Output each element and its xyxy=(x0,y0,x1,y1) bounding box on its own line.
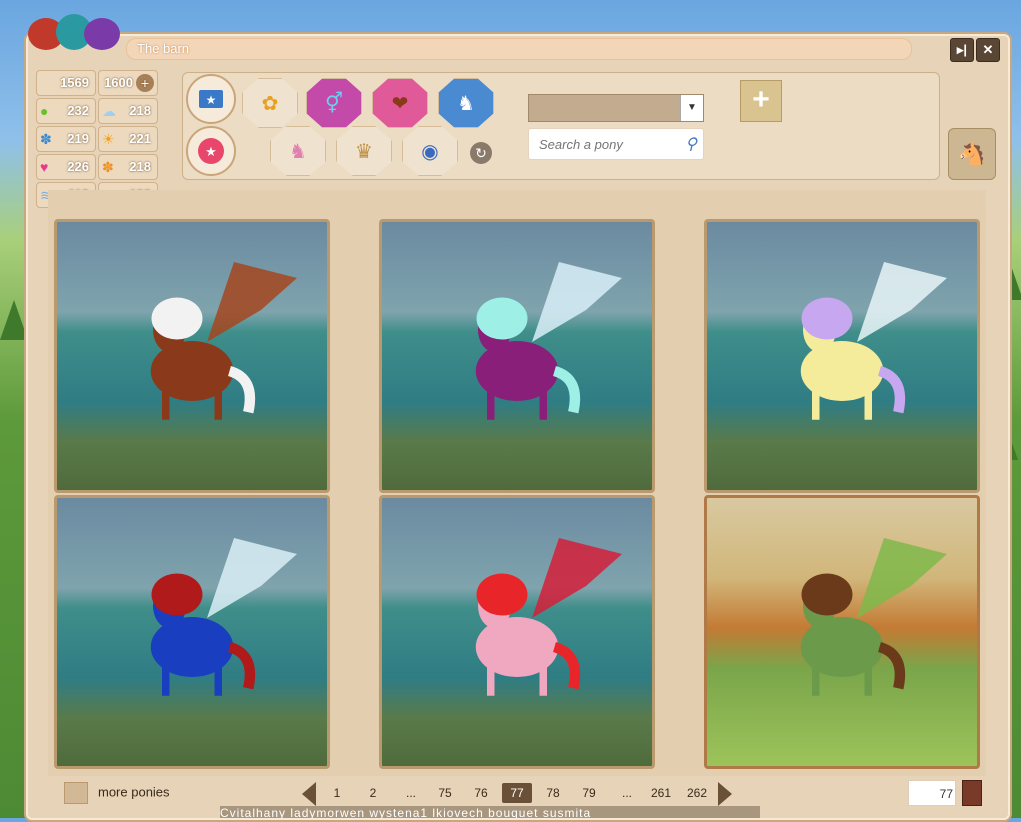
paw-orange-icon: ✽ xyxy=(102,159,114,175)
stat-paw-blue: ✽ 219 xyxy=(36,126,96,152)
folder-star-icon: ★ xyxy=(199,90,223,108)
skip-icon: ▸| xyxy=(956,42,968,57)
bottom-strip: Cvitalhany ladymorwen wystena1 lkiovech … xyxy=(220,806,760,818)
pony-folder-icon: 🐴 xyxy=(958,141,986,166)
add-button[interactable]: + xyxy=(740,80,782,122)
page-link[interactable]: 2 xyxy=(358,786,388,800)
pony-card[interactable] xyxy=(54,219,330,493)
pony-image xyxy=(117,557,267,707)
stat-paw-orange: ✽ 218 xyxy=(98,154,158,180)
page-link[interactable]: 79 xyxy=(574,786,604,800)
stat-value: 1600 xyxy=(104,75,133,90)
title-bar: The barn xyxy=(126,38,912,60)
pony-image xyxy=(442,281,592,431)
trophy-icon: ♛ xyxy=(355,140,373,163)
refresh-button[interactable]: ↻ xyxy=(470,142,492,164)
more-ponies-label: more ponies xyxy=(98,784,170,800)
pony-image xyxy=(767,281,917,431)
pagination: 1 2... 75 76 77 78 79... 261 262 xyxy=(300,782,732,806)
page-number-field xyxy=(908,780,956,806)
svg-text:★: ★ xyxy=(206,93,217,107)
go-page-button[interactable] xyxy=(962,780,982,806)
love-icon: ❤ xyxy=(391,92,409,115)
stat-value: 218 xyxy=(129,103,151,118)
stat-value: 219 xyxy=(67,131,89,146)
stat-balance: 1569 xyxy=(36,70,96,96)
page-link[interactable]: 78 xyxy=(538,786,568,800)
pink-star-icon: ★ xyxy=(198,138,224,164)
stat-value: 226 xyxy=(67,159,89,174)
stat-value: 218 xyxy=(129,159,151,174)
collapse-button[interactable]: ▸| xyxy=(950,38,974,62)
flower-icon: ✿ xyxy=(261,92,279,115)
eye-icon: ◉ xyxy=(421,140,439,163)
stat-sun: ☀ 221 xyxy=(98,126,158,152)
pony-card[interactable] xyxy=(379,219,655,493)
bottom-strip-text: Cvitalhany ladymorwen wystena1 lkiovech … xyxy=(220,806,592,818)
game-logo xyxy=(26,4,122,56)
pony-card[interactable] xyxy=(54,495,330,769)
stat-value: 232 xyxy=(67,103,89,118)
stat-heart: ♥ 226 xyxy=(36,154,96,180)
stat-value: 1569 xyxy=(60,75,89,90)
pony-image xyxy=(767,557,917,707)
next-page-icon[interactable] xyxy=(718,782,732,806)
search-icon[interactable]: ⚲ xyxy=(685,134,697,154)
page-ellipsis: ... xyxy=(405,786,416,800)
cloud-icon: ☁ xyxy=(102,103,116,119)
page-ellipsis: ... xyxy=(621,786,632,800)
svg-text:★: ★ xyxy=(205,144,217,159)
page-link[interactable]: 77 xyxy=(502,783,532,803)
pony-card[interactable] xyxy=(704,495,980,769)
refresh-icon: ↻ xyxy=(475,145,487,161)
add-coins-icon[interactable]: + xyxy=(136,74,154,92)
sort-select[interactable]: ▼ xyxy=(528,94,704,122)
search-input[interactable] xyxy=(537,136,681,153)
page-link[interactable]: 76 xyxy=(466,786,496,800)
tab-favorites[interactable]: ★ xyxy=(186,126,236,176)
heart-icon: ♥ xyxy=(40,159,49,175)
stat-apple: ● 232 xyxy=(36,98,96,124)
pony-card[interactable] xyxy=(379,495,655,769)
plus-icon: + xyxy=(752,83,770,116)
pony-card[interactable] xyxy=(704,219,980,493)
more-ponies[interactable]: more ponies xyxy=(64,782,170,804)
page-link[interactable]: 262 xyxy=(682,786,712,800)
close-button[interactable]: ✕ xyxy=(976,38,1000,62)
stat-cloud: ☁ 218 xyxy=(98,98,158,124)
window-title: The barn xyxy=(137,41,190,56)
gender-icon: ⚥ xyxy=(324,92,344,115)
page-number-input[interactable] xyxy=(913,786,955,802)
unicorn-icon: ♞ xyxy=(289,140,307,163)
prev-page-icon[interactable] xyxy=(302,782,316,806)
search-box: ⚲ xyxy=(528,128,704,160)
tab-folder[interactable]: ★ xyxy=(186,74,236,124)
page-link[interactable]: 75 xyxy=(430,786,460,800)
more-ponies-checkbox[interactable] xyxy=(64,782,88,804)
ponies-icon: ♞ xyxy=(457,92,475,115)
chevron-down-icon: ▼ xyxy=(680,95,703,121)
sun-icon: ☀ xyxy=(102,131,115,147)
page-link[interactable]: 261 xyxy=(646,786,676,800)
pony-image xyxy=(117,281,267,431)
pony-image xyxy=(442,557,592,707)
close-icon: ✕ xyxy=(982,42,994,57)
stat-value: 221 xyxy=(129,131,151,146)
paw-blue-icon: ✽ xyxy=(40,131,52,147)
apple-icon: ● xyxy=(40,103,49,119)
stat-coins: 1600 + xyxy=(98,70,158,96)
page-link[interactable]: 1 xyxy=(322,786,352,800)
move-pony-button[interactable]: 🐴 xyxy=(948,128,996,180)
